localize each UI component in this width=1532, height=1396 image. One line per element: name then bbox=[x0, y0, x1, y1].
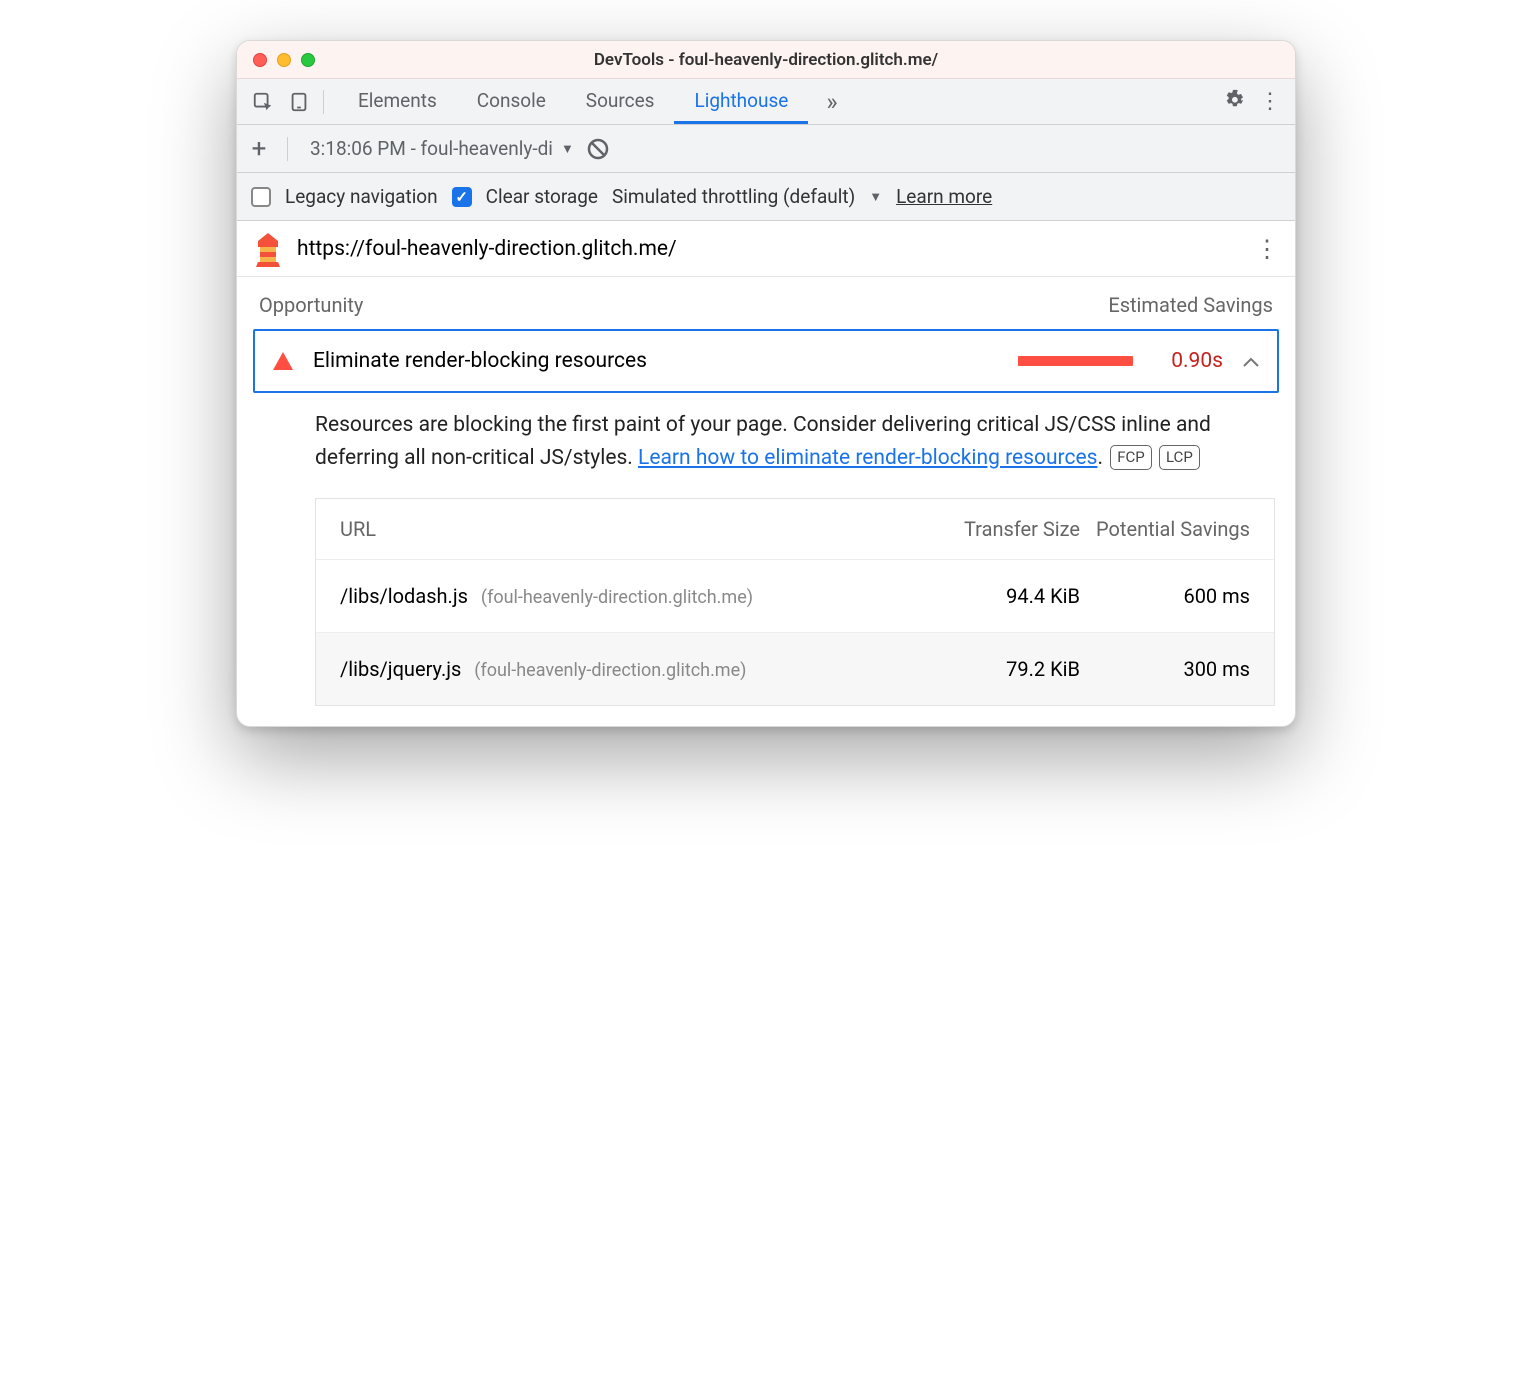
report-url-row: https://foul-heavenly-direction.glitch.m… bbox=[237, 221, 1295, 277]
throttling-select[interactable]: Simulated throttling (default) bbox=[612, 185, 855, 208]
cell-savings: 300 ms bbox=[1080, 657, 1250, 681]
report-select[interactable]: 3:18:06 PM - foul-heavenly-di ▼ bbox=[310, 137, 574, 160]
url-host: (foul-heavenly-direction.glitch.me) bbox=[481, 587, 753, 608]
savings-value: 0.90s bbox=[1153, 349, 1223, 373]
chevron-up-icon bbox=[1243, 351, 1259, 372]
zoom-window-button[interactable] bbox=[301, 53, 315, 67]
close-window-button[interactable] bbox=[253, 53, 267, 67]
chevron-down-icon: ▼ bbox=[561, 141, 574, 157]
col-url: URL bbox=[340, 517, 910, 541]
fail-triangle-icon bbox=[273, 352, 293, 370]
cell-url: /libs/lodash.js (foul-heavenly-direction… bbox=[340, 584, 910, 608]
window-title: DevTools - foul-heavenly-direction.glitc… bbox=[237, 50, 1295, 70]
traffic-lights bbox=[237, 53, 315, 67]
clear-storage-checkbox[interactable] bbox=[452, 187, 472, 207]
opportunity-header-row: Opportunity Estimated Savings bbox=[237, 277, 1295, 325]
device-toolbar-icon[interactable] bbox=[283, 86, 315, 118]
desc-text-b: . bbox=[1097, 446, 1103, 470]
table-row: /libs/lodash.js (foul-heavenly-direction… bbox=[316, 559, 1274, 632]
cell-size: 94.4 KiB bbox=[910, 584, 1080, 608]
table-row: /libs/jquery.js (foul-heavenly-direction… bbox=[316, 632, 1274, 705]
report-url-text: https://foul-heavenly-direction.glitch.m… bbox=[297, 237, 1241, 261]
col-transfer-size: Transfer Size bbox=[910, 517, 1080, 541]
opportunity-description: Resources are blocking the first paint o… bbox=[237, 403, 1295, 492]
url-path: /libs/lodash.js bbox=[340, 584, 468, 608]
titlebar: DevTools - foul-heavenly-direction.glitc… bbox=[237, 41, 1295, 79]
savings-bar bbox=[1018, 356, 1133, 366]
fcp-pill: FCP bbox=[1110, 445, 1152, 470]
toolbar-kebab-icon[interactable]: ⋮ bbox=[1255, 89, 1285, 114]
lighthouse-options-bar: Legacy navigation Clear storage Simulate… bbox=[237, 173, 1295, 221]
cell-size: 79.2 KiB bbox=[910, 657, 1080, 681]
opportunity-header: Opportunity bbox=[259, 293, 363, 317]
throttling-label: Simulated throttling (default) bbox=[612, 185, 855, 208]
lighthouse-runbar: + 3:18:06 PM - foul-heavenly-di ▼ bbox=[237, 125, 1295, 173]
legacy-navigation-label: Legacy navigation bbox=[285, 185, 438, 208]
separator bbox=[287, 137, 288, 161]
tab-lighthouse[interactable]: Lighthouse bbox=[674, 79, 808, 124]
more-tabs-icon[interactable]: » bbox=[826, 88, 837, 116]
table-header: URL Transfer Size Potential Savings bbox=[316, 499, 1274, 559]
url-path: /libs/jquery.js bbox=[340, 657, 461, 681]
tab-elements[interactable]: Elements bbox=[338, 79, 457, 124]
opportunity-item[interactable]: Eliminate render-blocking resources 0.90… bbox=[253, 329, 1279, 393]
legacy-navigation-checkbox[interactable] bbox=[251, 187, 271, 207]
url-host: (foul-heavenly-direction.glitch.me) bbox=[474, 660, 746, 681]
main-toolbar: Elements Console Sources Lighthouse » ⋮ bbox=[237, 79, 1295, 125]
settings-gear-icon[interactable] bbox=[1221, 88, 1251, 116]
panel-tabs: Elements Console Sources Lighthouse bbox=[338, 79, 808, 124]
col-potential-savings: Potential Savings bbox=[1080, 517, 1250, 541]
minimize-window-button[interactable] bbox=[277, 53, 291, 67]
separator bbox=[323, 90, 324, 114]
inspect-element-icon[interactable] bbox=[247, 86, 279, 118]
report-kebab-icon[interactable]: ⋮ bbox=[1255, 235, 1279, 263]
lighthouse-icon bbox=[253, 231, 283, 267]
cell-savings: 600 ms bbox=[1080, 584, 1250, 608]
clear-storage-label: Clear storage bbox=[486, 185, 598, 208]
new-report-button[interactable]: + bbox=[247, 134, 271, 164]
clear-all-icon[interactable] bbox=[586, 137, 610, 161]
opportunity-title: Eliminate render-blocking resources bbox=[313, 349, 998, 373]
tab-console[interactable]: Console bbox=[457, 79, 566, 124]
lcp-pill: LCP bbox=[1159, 445, 1200, 470]
learn-more-link[interactable]: Learn more bbox=[896, 185, 992, 208]
resources-table: URL Transfer Size Potential Savings /lib… bbox=[315, 498, 1275, 706]
estimated-savings-header: Estimated Savings bbox=[1108, 293, 1273, 317]
tab-sources[interactable]: Sources bbox=[566, 79, 675, 124]
devtools-window: DevTools - foul-heavenly-direction.glitc… bbox=[236, 40, 1296, 727]
report-select-label: 3:18:06 PM - foul-heavenly-di bbox=[310, 137, 553, 160]
desc-learn-link[interactable]: Learn how to eliminate render-blocking r… bbox=[638, 446, 1097, 470]
chevron-down-icon[interactable]: ▼ bbox=[869, 189, 882, 205]
cell-url: /libs/jquery.js (foul-heavenly-direction… bbox=[340, 657, 910, 681]
